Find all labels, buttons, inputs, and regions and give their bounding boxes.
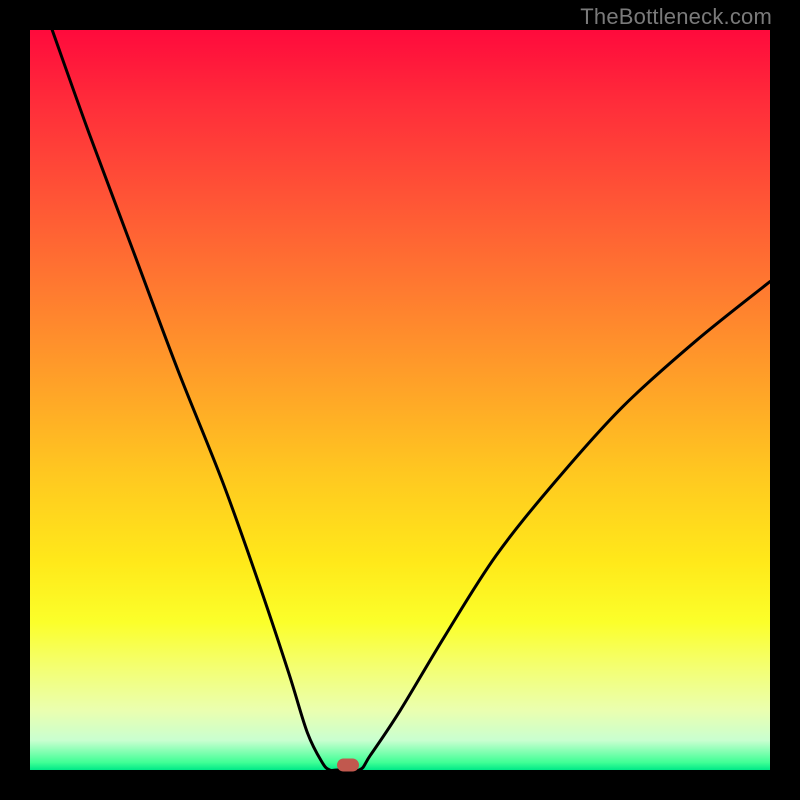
min-point-marker: [337, 759, 359, 772]
plot-area: [30, 30, 770, 770]
bottleneck-curve: [30, 30, 770, 770]
chart-frame: TheBottleneck.com: [0, 0, 800, 800]
watermark-text: TheBottleneck.com: [580, 4, 772, 30]
